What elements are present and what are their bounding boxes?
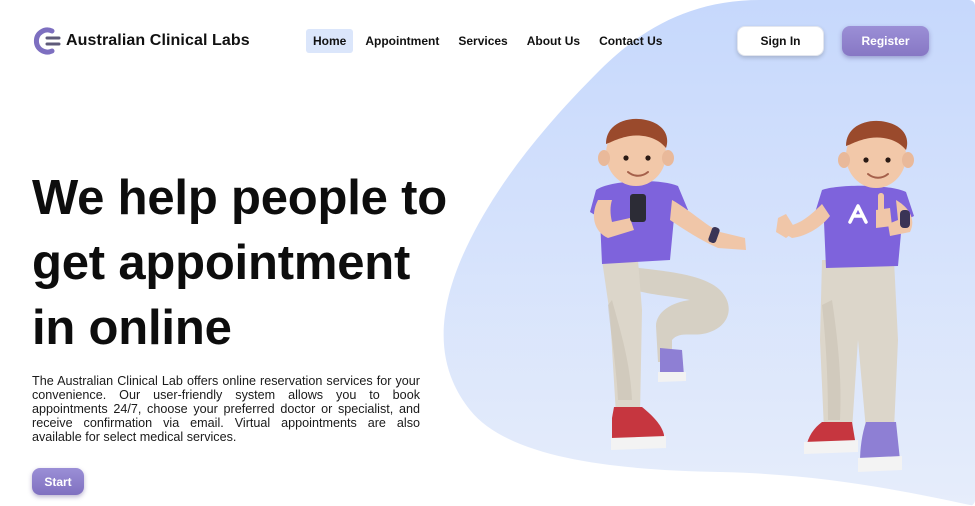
nav-item-about-us[interactable]: About Us	[520, 29, 587, 53]
hero-illustration	[590, 118, 914, 472]
headline-line-1: We help people to	[32, 171, 447, 225]
hero-description: The Australian Clinical Lab offers onlin…	[32, 374, 420, 444]
register-button[interactable]: Register	[842, 26, 929, 56]
sign-in-button[interactable]: Sign In	[737, 26, 824, 56]
brand-name: Australian Clinical Labs	[66, 32, 250, 49]
nav-item-home[interactable]: Home	[306, 29, 354, 53]
ac-monogram-icon	[33, 27, 61, 55]
nav-item-services[interactable]: Services	[451, 29, 514, 53]
nav-item-contact-us[interactable]: Contact Us	[592, 29, 669, 53]
main-nav: Home Appointment Services About Us Conta…	[306, 29, 674, 53]
start-button[interactable]: Start	[32, 468, 84, 495]
landing-page: Australian Clinical Labs Home Appointmen…	[0, 0, 975, 506]
hero-headline: We help people to get appointment in onl…	[32, 166, 492, 361]
headline-line-3: in online	[32, 301, 232, 355]
character-with-phone	[590, 118, 746, 450]
brand-logo[interactable]: Australian Clinical Labs	[32, 27, 250, 55]
character-thumbs-up	[776, 120, 914, 472]
nav-item-appointment[interactable]: Appointment	[358, 29, 446, 53]
headline-line-2: get appointment	[32, 236, 411, 290]
